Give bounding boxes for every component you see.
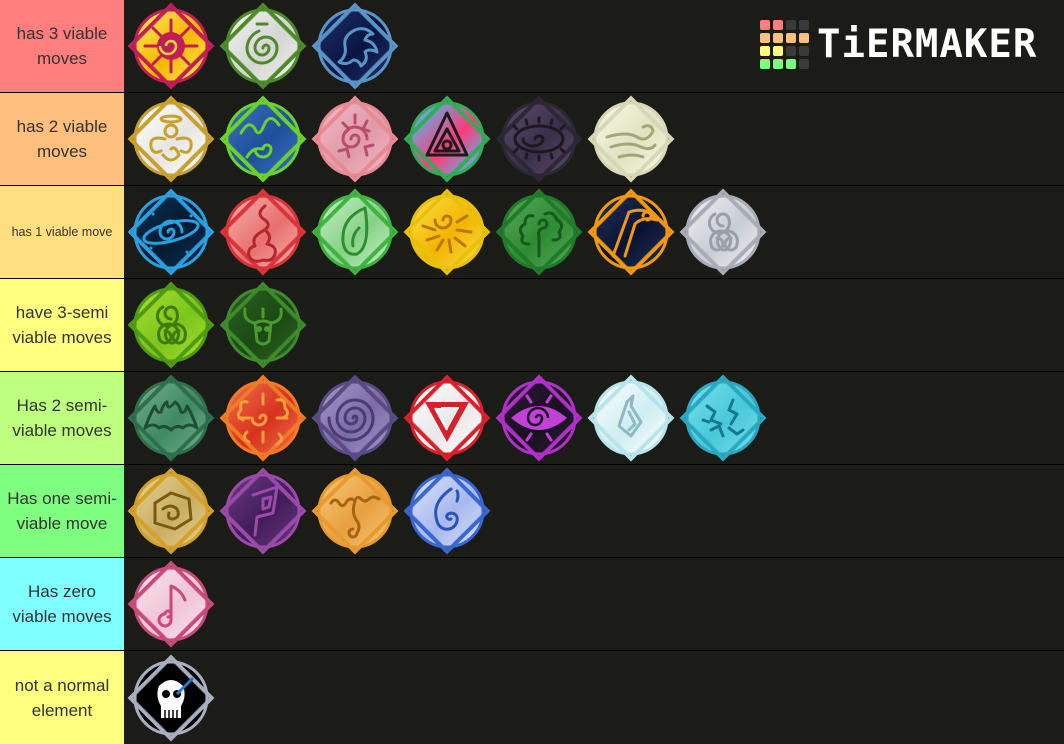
- element-prism-icon[interactable]: [401, 93, 493, 185]
- logo-grid-icon: [760, 20, 809, 69]
- logo-text: TiERMAKER: [817, 21, 1038, 67]
- tier-items-dropzone[interactable]: [124, 465, 1064, 557]
- element-water-icon[interactable]: [401, 465, 493, 557]
- element-gust-icon[interactable]: [585, 93, 677, 185]
- element-shadow-icon[interactable]: [217, 465, 309, 557]
- element-sand-icon[interactable]: [125, 465, 217, 557]
- element-nature-icon[interactable]: [309, 186, 401, 278]
- element-mind-icon[interactable]: [493, 372, 585, 464]
- tier-label[interactable]: not a normal element: [0, 651, 124, 744]
- element-bull-icon[interactable]: [217, 279, 309, 371]
- tier-items-dropzone[interactable]: [124, 279, 1064, 371]
- logo-cell: [786, 20, 796, 30]
- element-blood-icon[interactable]: [217, 186, 309, 278]
- element-wind-spiral-icon[interactable]: [217, 0, 309, 92]
- element-hypno-icon[interactable]: [309, 372, 401, 464]
- tier-items-dropzone[interactable]: [124, 558, 1064, 650]
- logo-cell: [773, 59, 783, 69]
- element-paradox-icon[interactable]: [401, 372, 493, 464]
- logo-cell: [799, 46, 809, 56]
- tier-row: Has zero viable moves: [0, 558, 1064, 650]
- element-dragon-icon[interactable]: [309, 0, 401, 92]
- tier-label[interactable]: Has one semi-viable move: [0, 465, 124, 557]
- logo-cell: [773, 33, 783, 43]
- tiermaker-logo: TiERMAKER: [760, 20, 1037, 69]
- element-explosion-icon[interactable]: [217, 372, 309, 464]
- element-angel-icon[interactable]: [125, 93, 217, 185]
- tier-items-dropzone[interactable]: [124, 186, 1064, 278]
- element-sun-icon[interactable]: [125, 0, 217, 92]
- element-air-icon[interactable]: [677, 186, 769, 278]
- element-skull-icon[interactable]: [125, 652, 217, 744]
- tier-row: Has 2 semi-viable moves: [0, 372, 1064, 464]
- tier-row: has 1 viable move: [0, 186, 1064, 278]
- logo-cell: [760, 33, 770, 43]
- element-earth-icon[interactable]: [217, 93, 309, 185]
- tier-items-dropzone[interactable]: [124, 651, 1064, 744]
- element-poison-icon[interactable]: [125, 279, 217, 371]
- tier-row: not a normal element: [0, 651, 1064, 744]
- tier-label[interactable]: has 1 viable move: [0, 186, 124, 278]
- logo-cell: [760, 46, 770, 56]
- tier-label[interactable]: has 2 viable moves: [0, 93, 124, 185]
- element-storm-icon[interactable]: [677, 372, 769, 464]
- logo-cell: [773, 20, 783, 30]
- element-bat-icon[interactable]: [125, 372, 217, 464]
- tier-row: has 2 viable moves: [0, 93, 1064, 185]
- tier-items-dropzone[interactable]: [124, 93, 1064, 185]
- tier-items-dropzone[interactable]: [124, 372, 1064, 464]
- element-sound-icon[interactable]: [125, 558, 217, 650]
- logo-cell: [760, 59, 770, 69]
- tier-row: Has one semi-viable move: [0, 465, 1064, 557]
- element-space-icon[interactable]: [125, 186, 217, 278]
- logo-cell: [799, 20, 809, 30]
- element-magma-icon[interactable]: [309, 465, 401, 557]
- tier-list-board: has 3 viable moves has 2 viable moves ha…: [0, 0, 1064, 744]
- logo-cell: [799, 33, 809, 43]
- logo-cell: [786, 33, 796, 43]
- logo-cell: [773, 46, 783, 56]
- element-light-icon[interactable]: [401, 186, 493, 278]
- element-crystal-icon[interactable]: [585, 372, 677, 464]
- element-plant-icon[interactable]: [493, 186, 585, 278]
- element-cracked-icon[interactable]: [309, 93, 401, 185]
- element-scythe-icon[interactable]: [585, 186, 677, 278]
- logo-cell: [786, 59, 796, 69]
- logo-cell: [799, 59, 809, 69]
- element-void-icon[interactable]: [493, 93, 585, 185]
- tier-label[interactable]: Has 2 semi-viable moves: [0, 372, 124, 464]
- tier-row: have 3-semi viable moves: [0, 279, 1064, 371]
- logo-cell: [786, 46, 796, 56]
- logo-cell: [760, 20, 770, 30]
- tier-label[interactable]: has 3 viable moves: [0, 0, 124, 92]
- tier-label[interactable]: Has zero viable moves: [0, 558, 124, 650]
- tier-label[interactable]: have 3-semi viable moves: [0, 279, 124, 371]
